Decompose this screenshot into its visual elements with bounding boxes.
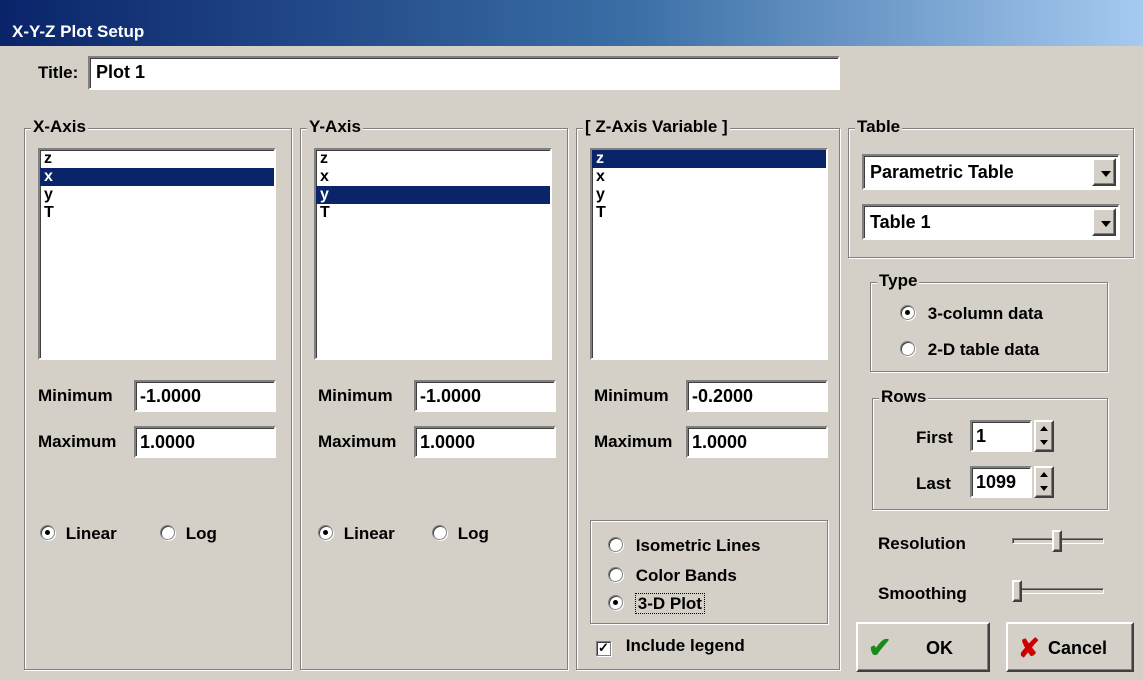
list-item[interactable]: y [316,186,550,204]
plot-style-isometric-radio[interactable]: Isometric Lines [608,536,760,556]
resolution-slider-thumb[interactable] [1052,530,1062,552]
table-name-select[interactable]: Table 1 [862,204,1120,240]
plot-style-color-bands-radio[interactable]: Color Bands [608,566,737,586]
title-bar: X-Y-Z Plot Setup [0,0,1143,46]
radio-icon [608,537,623,552]
x-axis-legend: X-Axis [31,117,88,137]
close-icon: ✘ [1018,633,1040,663]
type-3-column-label: 3-column data [927,304,1043,323]
list-item[interactable]: x [40,168,274,186]
list-item[interactable]: T [592,204,826,222]
include-legend-label: Include legend [625,636,745,655]
ok-button[interactable]: ✔ OK [856,622,990,672]
y-scale-linear-radio[interactable]: Linear [318,524,395,544]
list-item[interactable]: z [592,150,826,168]
type-3-column-radio[interactable]: 3-column data [900,304,1043,324]
radio-icon [160,525,175,540]
list-item[interactable]: z [40,150,274,168]
radio-icon [900,305,915,320]
rows-first-spinner[interactable] [1034,420,1054,452]
plot-style-isometric-label: Isometric Lines [635,536,761,555]
y-maximum-input[interactable]: 1.0000 [414,426,556,458]
radio-icon [900,341,915,356]
window-title: X-Y-Z Plot Setup [12,22,145,41]
table-name-value: Table 1 [870,212,931,232]
z-minimum-input[interactable]: -0.2000 [686,380,828,412]
list-item[interactable]: T [40,204,274,222]
plot-style-3d-radio[interactable]: 3-D Plot [608,593,705,614]
y-axis-legend: Y-Axis [307,117,363,137]
radio-icon [318,525,333,540]
chevron-down-icon[interactable] [1092,158,1116,186]
rows-last-label: Last [916,474,951,493]
include-legend-checkbox[interactable]: ✓ Include legend [596,636,745,656]
list-item[interactable]: x [316,168,550,186]
checkmark-icon: ✔ [868,632,892,663]
list-item[interactable]: T [316,204,550,222]
smoothing-label: Smoothing [878,584,967,603]
chevron-down-icon[interactable] [1092,208,1116,236]
y-minimum-label: Minimum [318,386,393,405]
ok-button-label: OK [926,638,953,658]
cancel-button[interactable]: ✘ Cancel [1006,622,1134,672]
x-scale-linear-radio[interactable]: Linear [40,524,117,544]
cancel-button-label: Cancel [1048,638,1108,658]
spin-down-icon[interactable] [1036,436,1056,452]
smoothing-slider[interactable] [1012,588,1104,594]
title-label: Title: [38,63,79,82]
y-minimum-input[interactable]: -1.0000 [414,380,556,412]
y-scale-linear-label: Linear [343,524,395,543]
x-scale-linear-label: Linear [65,524,117,543]
y-maximum-label: Maximum [318,432,397,451]
radio-icon [608,595,623,610]
checkmark-icon: ✓ [596,641,611,656]
radio-icon [40,525,55,540]
rows-last-input[interactable]: 1099 [970,466,1032,498]
x-scale-log-radio[interactable]: Log [160,524,217,544]
list-item[interactable]: y [40,186,274,204]
z-axis-legend: [ Z-Axis Variable ] [583,117,730,137]
x-maximum-label: Maximum [38,432,117,451]
z-minimum-label: Minimum [594,386,669,405]
table-type-select[interactable]: Parametric Table [862,154,1120,190]
x-axis-variable-list[interactable]: z x y T [38,148,276,360]
table-type-value: Parametric Table [870,162,1014,182]
z-maximum-label: Maximum [594,432,673,451]
x-minimum-label: Minimum [38,386,113,405]
plot-style-color-bands-label: Color Bands [635,566,737,585]
y-axis-variable-list[interactable]: z x y T [314,148,552,360]
title-input-value: Plot 1 [96,62,146,82]
title-input[interactable]: Plot 1 [88,56,840,90]
smoothing-slider-thumb[interactable] [1012,580,1022,602]
x-minimum-input[interactable]: -1.0000 [134,380,276,412]
list-item[interactable]: y [592,186,826,204]
type-2d-table-label: 2-D table data [927,340,1040,359]
spin-down-icon[interactable] [1036,482,1056,498]
rows-first-label: First [916,428,953,447]
rows-legend: Rows [879,387,929,407]
plot-style-3d-label: 3-D Plot [634,593,705,614]
y-scale-log-radio[interactable]: Log [432,524,489,544]
type-2d-table-radio[interactable]: 2-D table data [900,340,1039,360]
resolution-label: Resolution [878,534,966,553]
z-maximum-input[interactable]: 1.0000 [686,426,828,458]
type-legend: Type [877,271,920,291]
list-item[interactable]: z [316,150,550,168]
y-scale-log-label: Log [457,524,489,543]
table-legend: Table [855,117,903,137]
radio-icon [608,567,623,582]
rows-last-spinner[interactable] [1034,466,1054,498]
rows-first-input[interactable]: 1 [970,420,1032,452]
radio-icon [432,525,447,540]
x-maximum-input[interactable]: 1.0000 [134,426,276,458]
z-axis-variable-list[interactable]: z x y T [590,148,828,360]
list-item[interactable]: x [592,168,826,186]
x-scale-log-label: Log [185,524,217,543]
